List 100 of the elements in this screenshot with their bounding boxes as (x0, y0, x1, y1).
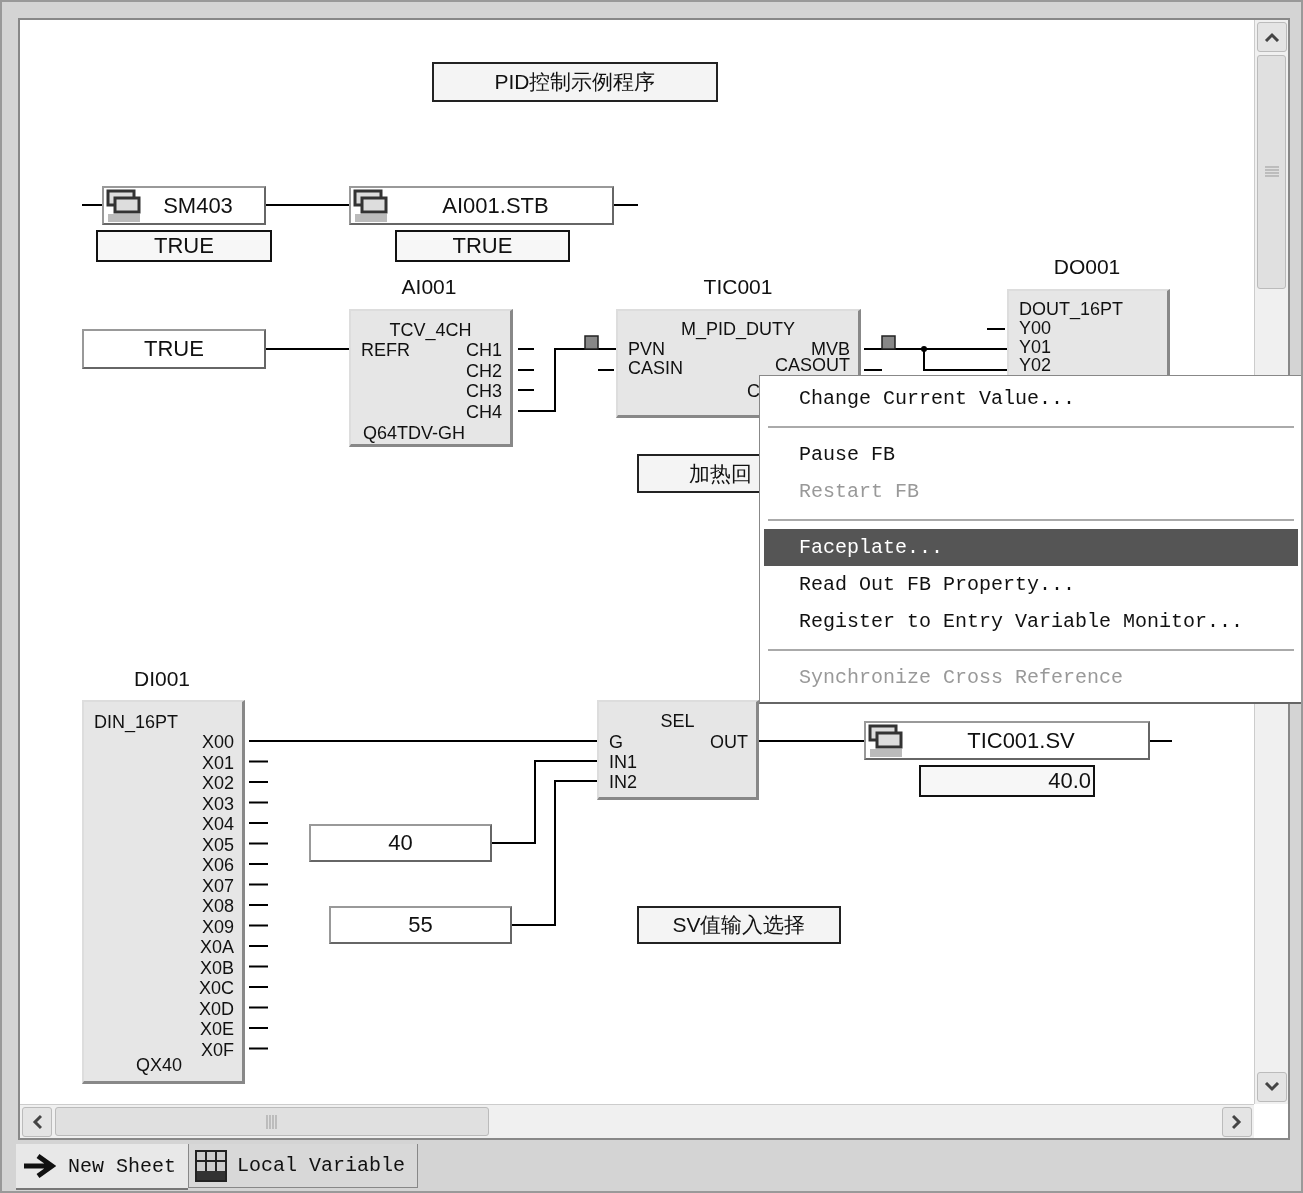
constant-box: 55 (329, 906, 512, 944)
current-value: 40.0 (919, 765, 1095, 797)
output-pin-label: CASOUT (775, 356, 850, 375)
grip-icon (1264, 166, 1279, 178)
scroll-left-button[interactable] (22, 1107, 52, 1137)
output-pin-label: X0D (199, 999, 234, 1019)
wire (248, 965, 269, 968)
output-pin-label: X09 (201, 917, 234, 937)
scroll-down-button[interactable] (1257, 1072, 1287, 1102)
wire (248, 945, 269, 947)
input-pin-label: Y00 (1019, 319, 1052, 338)
output-pin-label: X00 (201, 733, 234, 752)
variable-icon (106, 188, 142, 223)
block-type: DIN_16PT (94, 713, 179, 732)
chevron-left-icon (32, 1114, 42, 1130)
input-pin-label: Y01 (1019, 338, 1052, 357)
output-pin-label: X07 (201, 876, 234, 896)
current-value: TRUE (395, 230, 570, 262)
variable-name: TIC001.SV (966, 727, 1076, 754)
arrow-icon (22, 1153, 58, 1179)
block-type: DOUT_16PT (1019, 300, 1124, 319)
wire (81, 204, 103, 206)
output-pin-label: X03 (201, 794, 234, 814)
wire (248, 781, 269, 783)
wire (863, 369, 883, 371)
chevron-up-icon (1264, 32, 1280, 42)
input-pin-label: CASIN (628, 359, 683, 378)
output-pin-label: X0C (199, 979, 234, 998)
instance-name: AI001 (400, 275, 458, 299)
comment-box: PID控制示例程序 (432, 62, 718, 102)
chevron-right-icon (1232, 1114, 1242, 1130)
block-type: SEL (659, 712, 696, 731)
variable-name: AI001.STB (441, 192, 550, 219)
table-grid-icon (195, 1149, 228, 1182)
junction-dot (921, 346, 927, 352)
output-pin-label: CH4 (466, 403, 502, 422)
input-pin-label: REFR (361, 341, 410, 360)
output-pin-label: CH2 (466, 362, 502, 381)
block-type: M_PID_DUTY (680, 320, 796, 339)
menu-item[interactable]: Faceplate... (764, 529, 1298, 566)
output-pin-label: X0B (199, 958, 234, 978)
probe-marker (881, 335, 896, 350)
output-pin-label: CH1 (466, 341, 502, 360)
current-value: TRUE (96, 230, 272, 262)
wire (248, 801, 269, 804)
input-pin-label: Y02 (1019, 356, 1052, 375)
wire (248, 1027, 269, 1029)
comment-box: SV值输入选择 (637, 906, 841, 944)
horizontal-scrollbar[interactable] (20, 1104, 1254, 1138)
block-type: TCV_4CH (388, 321, 473, 340)
menu-item[interactable]: Read Out FB Property... (764, 566, 1298, 603)
output-pin-label: OUT (710, 733, 748, 752)
wire (248, 904, 269, 906)
output-pin-label: X0E (199, 1020, 234, 1039)
wire (248, 842, 269, 845)
module-name: QX40 (136, 1056, 183, 1075)
output-pin-label: X0F (201, 1040, 234, 1060)
variable-icon (868, 723, 904, 758)
wire (613, 204, 639, 206)
wire (248, 863, 269, 865)
output-pin-label: X01 (201, 753, 234, 773)
wire (248, 1006, 269, 1009)
menu-item[interactable]: Change Current Value... (764, 380, 1298, 417)
instance-name: DI001 (132, 667, 191, 691)
menu-item[interactable]: Pause FB (764, 436, 1298, 473)
output-pin-label: X05 (201, 835, 234, 855)
instance-name: DO001 (1052, 255, 1122, 279)
variable-name: SM403 (162, 192, 234, 219)
input-pin-label: IN1 (609, 753, 637, 772)
output-pin-label: X0A (199, 938, 234, 957)
wire (248, 760, 269, 763)
sheet-tab[interactable]: Local Variable (188, 1144, 419, 1188)
menu-item[interactable]: Register to Entry Variable Monitor... (764, 603, 1298, 640)
input-pin-label: G (609, 733, 623, 752)
constant-box: 40 (309, 824, 492, 862)
chevron-down-icon (1264, 1082, 1280, 1092)
wire (986, 328, 1006, 330)
wire (248, 822, 269, 824)
constant-box: TRUE (82, 329, 266, 369)
sheet-tab[interactable]: New Sheet (16, 1144, 189, 1190)
probe-marker (584, 335, 599, 350)
wire (1149, 740, 1173, 742)
scroll-up-button[interactable] (1257, 22, 1287, 52)
module-name: Q64TDV-GH (363, 424, 466, 443)
scroll-right-button[interactable] (1222, 1107, 1252, 1137)
grip-icon (266, 1114, 278, 1129)
input-pin-label: PVN (628, 340, 665, 359)
output-pin-label: MVB (811, 340, 850, 359)
instance-name: TIC001 (702, 275, 774, 299)
comment-box: 加热回 (637, 454, 760, 493)
wire (248, 986, 269, 988)
scroll-thumb[interactable] (1257, 55, 1286, 289)
wire (248, 883, 269, 886)
variable-icon (353, 188, 389, 223)
output-pin-label: X02 (201, 774, 234, 793)
wire (248, 924, 269, 927)
output-pin-label: X06 (201, 856, 234, 875)
output-pin-label: C (747, 382, 760, 401)
output-pin-label: CH3 (466, 382, 502, 401)
scroll-thumb[interactable] (55, 1107, 489, 1136)
